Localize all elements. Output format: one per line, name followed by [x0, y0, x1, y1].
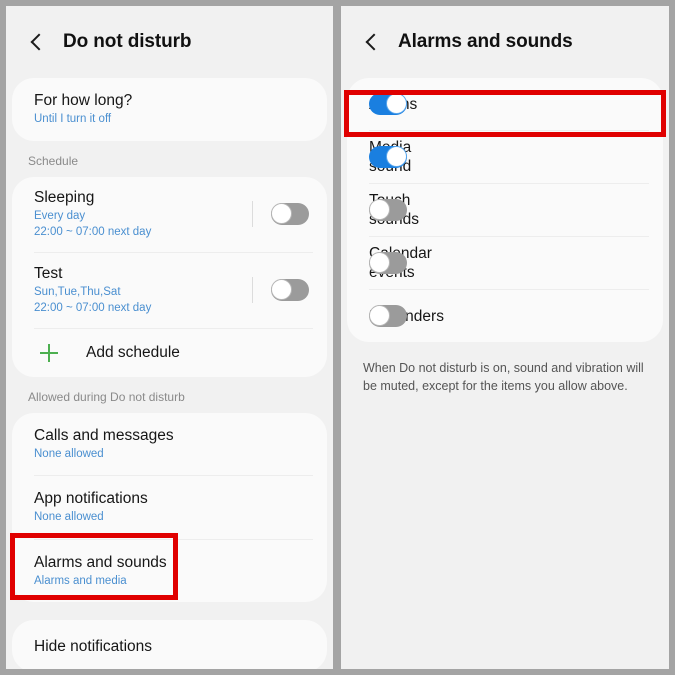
- add-schedule-button[interactable]: Add schedule: [12, 329, 327, 377]
- screenshot-frame: Do not disturb For how long? Until I tur…: [0, 0, 675, 675]
- toggle-reminders[interactable]: [369, 305, 407, 327]
- schedule-section-label: Schedule: [28, 153, 79, 168]
- plus-icon: [39, 343, 59, 363]
- row-touch-sounds[interactable]: Touch sounds: [347, 184, 419, 236]
- alarms-and-sounds-screen: Alarms and sounds Alarms Media sound: [341, 6, 669, 669]
- right-header: Alarms and sounds: [341, 6, 669, 78]
- row-subtitle-days: Every day: [34, 209, 86, 222]
- row-title: Alarms and sounds: [34, 553, 167, 571]
- sound-options-card: Alarms Media sound Touch sounds: [347, 78, 663, 342]
- left-header: Do not disturb: [6, 6, 333, 78]
- toggle-alarms[interactable]: [369, 93, 407, 115]
- toggle-knob: [271, 278, 292, 300]
- toggle-knob: [386, 146, 407, 167]
- divider: [369, 130, 649, 131]
- toggle-schedule-sleeping[interactable]: [271, 202, 309, 225]
- row-calendar-events[interactable]: Calendar events: [347, 237, 432, 289]
- toggle-knob: [369, 199, 390, 220]
- row-title: Sleeping: [34, 188, 95, 206]
- row-subtitle: Alarms and media: [34, 574, 127, 587]
- footer-note: When Do not disturb is on, sound and vib…: [363, 361, 644, 393]
- row-title: App notifications: [34, 490, 148, 507]
- toggle-knob: [369, 305, 390, 326]
- row-subtitle-time: 22:00 ~ 07:00 next day: [34, 226, 152, 238]
- schedule-card: Sleeping Every day 22:00 ~ 07:00 next da…: [12, 176, 327, 377]
- toggle-calendar-events[interactable]: [369, 252, 407, 274]
- duration-card: For how long? Until I turn it off: [12, 78, 327, 141]
- row-title: Hide notifications: [34, 637, 153, 655]
- add-schedule-label: Add schedule: [86, 343, 180, 361]
- row-alarms[interactable]: Alarms: [347, 78, 417, 130]
- row-subtitle-time: 22:00 ~ 07:00 next day: [34, 302, 152, 314]
- row-title: Calls and messages: [34, 426, 174, 444]
- row-schedule-test[interactable]: Test Sun,Tue,Thu,Sat 22:00 ~ 07:00 next …: [12, 253, 327, 328]
- do-not-disturb-screen: Do not disturb For how long? Until I tur…: [6, 6, 333, 669]
- row-alarms-and-sounds[interactable]: Alarms and sounds Alarms and media: [12, 540, 327, 603]
- row-subtitle: None allowed: [34, 447, 104, 460]
- row-reminders[interactable]: Reminders: [347, 290, 444, 342]
- row-app-notifications[interactable]: App notifications None allowed: [12, 476, 327, 539]
- toggle-media-sound[interactable]: [369, 146, 407, 168]
- toggle-schedule-test[interactable]: [271, 278, 309, 301]
- toggle-wrap: [252, 200, 309, 227]
- chevron-left-icon[interactable]: [362, 32, 382, 52]
- toggle-knob: [271, 202, 292, 224]
- row-hide-notifications[interactable]: Hide notifications: [12, 620, 327, 669]
- hide-notifications-card: Hide notifications: [12, 620, 327, 669]
- row-calls-and-messages[interactable]: Calls and messages None allowed: [12, 413, 327, 476]
- toggle-wrap: [252, 276, 309, 303]
- row-subtitle-days: Sun,Tue,Thu,Sat: [34, 285, 121, 298]
- allowed-card: Calls and messages None allowed App noti…: [12, 412, 327, 603]
- vertical-divider: [252, 200, 253, 227]
- row-schedule-sleeping[interactable]: Sleeping Every day 22:00 ~ 07:00 next da…: [12, 177, 327, 252]
- row-title: Test: [34, 264, 63, 282]
- page-title: Do not disturb: [63, 31, 192, 52]
- allowed-section-label: Allowed during Do not disturb: [28, 389, 185, 404]
- toggle-knob: [369, 252, 390, 273]
- page-title: Alarms and sounds: [398, 31, 573, 52]
- toggle-knob: [386, 93, 407, 114]
- divider: [369, 236, 649, 237]
- divider: [369, 183, 649, 184]
- toggle-touch-sounds[interactable]: [369, 199, 407, 221]
- row-subtitle: None allowed: [34, 511, 104, 523]
- row-media-sound[interactable]: Media sound: [347, 131, 411, 183]
- chevron-left-icon[interactable]: [27, 32, 47, 52]
- divider: [369, 289, 649, 290]
- row-for-how-long[interactable]: For how long? Until I turn it off: [12, 78, 327, 141]
- row-subtitle: Until I turn it off: [34, 113, 112, 125]
- vertical-divider: [252, 276, 253, 303]
- row-title: For how long?: [34, 92, 133, 109]
